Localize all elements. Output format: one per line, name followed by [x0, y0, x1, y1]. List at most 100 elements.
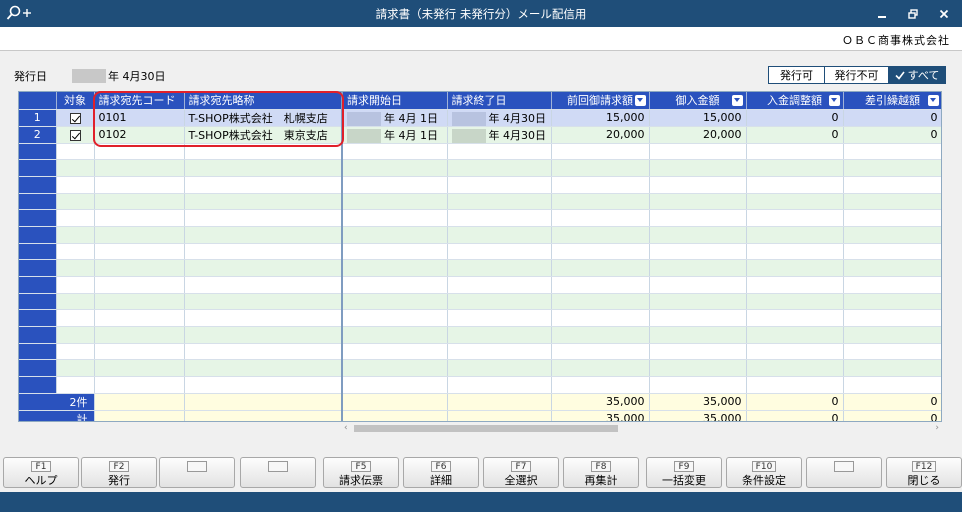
table-row[interactable]: 1 0101 T-SHOP株式会社 札幌支店 年 4月 1日 年 4月30日 1…: [19, 109, 941, 127]
issue-date-era-field[interactable]: [72, 69, 106, 83]
col-payment[interactable]: 御入金額: [649, 92, 747, 110]
restore-button[interactable]: [898, 0, 928, 27]
empty-cell: [56, 143, 95, 161]
empty-cell: [746, 276, 844, 294]
fkey-close-button[interactable]: F12 閉じる: [886, 457, 962, 488]
col-carryover[interactable]: 差引繰越額: [843, 92, 941, 110]
total-count-label: 2件: [19, 393, 95, 411]
filter-not-issuable[interactable]: 発行不可: [825, 67, 889, 83]
table-row-empty[interactable]: [19, 176, 941, 194]
col-start-date[interactable]: 請求開始日: [342, 92, 448, 110]
row-number: [19, 159, 57, 177]
fkey-details-button[interactable]: F6 詳細: [403, 457, 479, 488]
target-checkbox[interactable]: [56, 109, 95, 127]
empty-cell: [649, 193, 747, 211]
billing-code: 0102: [94, 126, 185, 144]
end-date-value: 年 4月30日: [488, 128, 547, 142]
empty-cell: [551, 276, 650, 294]
col-previous-billed[interactable]: 前回御請求額: [551, 92, 650, 110]
billing-name: T-SHOP株式会社 東京支店: [184, 126, 343, 144]
empty-cell: [843, 309, 941, 328]
carryover-amount: 0: [843, 126, 941, 144]
start-date: 年 4月 1日: [342, 126, 448, 144]
total-empty-cell: [94, 393, 185, 411]
table-row-empty[interactable]: [19, 343, 941, 361]
empty-cell: [342, 309, 448, 328]
fkey-select-all-button[interactable]: F7 全選択: [483, 457, 559, 488]
empty-cell: [184, 193, 343, 211]
issue-date-value[interactable]: 年 4月30日: [108, 68, 166, 84]
fkey-number: F5: [351, 461, 371, 472]
table-row-empty[interactable]: [19, 359, 941, 378]
dropdown-icon[interactable]: [634, 95, 646, 106]
empty-cell: [746, 309, 844, 328]
empty-cell: [94, 293, 185, 311]
empty-cell: [649, 359, 747, 378]
grand-total-label: 計: [19, 410, 95, 421]
table-row-empty[interactable]: [19, 376, 941, 394]
minimize-button[interactable]: [867, 0, 897, 27]
fkey-number: F12: [911, 461, 937, 472]
table-row-empty[interactable]: [19, 276, 941, 294]
empty-cell: [184, 343, 343, 361]
scrollbar-thumb[interactable]: [354, 425, 618, 432]
fkey-help-button[interactable]: F1 ヘルプ: [3, 457, 79, 488]
dropdown-icon[interactable]: [828, 95, 840, 106]
fkey-blank-4-button[interactable]: [240, 457, 316, 488]
table-row-empty[interactable]: [19, 243, 941, 261]
fkey-blank-11-button[interactable]: [806, 457, 882, 488]
filter-all[interactable]: すべて: [889, 67, 945, 83]
col-target[interactable]: 対象: [56, 92, 95, 110]
fkey-recalculate-button[interactable]: F8 再集計: [563, 457, 639, 488]
status-bar: [0, 492, 962, 512]
row-number: [19, 359, 57, 378]
empty-cell: [342, 226, 448, 244]
empty-cell: [746, 259, 844, 277]
fkey-bulk-change-button[interactable]: F9 一括変更: [646, 457, 722, 488]
era-shade: [451, 128, 486, 142]
dropdown-icon[interactable]: [731, 95, 743, 106]
table-row-empty[interactable]: [19, 293, 941, 311]
empty-cell: [184, 259, 343, 277]
table-row-empty[interactable]: [19, 193, 941, 211]
close-icon: [939, 9, 949, 18]
table-row-empty[interactable]: [19, 143, 941, 161]
dropdown-icon[interactable]: [927, 95, 939, 106]
empty-cell: [551, 343, 650, 361]
fkey-billing-slip-button[interactable]: F5 請求伝票: [323, 457, 399, 488]
table-row-empty[interactable]: [19, 309, 941, 328]
horizontal-scrollbar[interactable]: ‹ ›: [342, 423, 942, 434]
scroll-left-icon[interactable]: ‹: [344, 423, 348, 433]
fkey-issue-button[interactable]: F2 発行: [81, 457, 157, 488]
target-checkbox[interactable]: [56, 126, 95, 144]
table-row-empty[interactable]: [19, 209, 941, 227]
empty-cell: [447, 343, 552, 361]
fkey-label: 全選択: [504, 474, 538, 487]
col-end-date[interactable]: 請求終了日: [447, 92, 552, 110]
fkey-condition-settings-button[interactable]: F10 条件設定: [726, 457, 802, 488]
col-billing-code[interactable]: 請求宛先コード: [94, 92, 185, 110]
restore-icon: [908, 8, 918, 19]
grid-header-row: 対象 請求宛先コード 請求宛先略称 請求開始日 請求終了日 前回御請求額 御入金…: [19, 92, 941, 110]
close-button[interactable]: [929, 0, 959, 27]
fkey-blank-3-button[interactable]: [159, 457, 235, 488]
total-empty-cell: [342, 393, 448, 411]
row-number: [19, 276, 57, 294]
table-row-empty[interactable]: [19, 259, 941, 277]
empty-cell: [56, 276, 95, 294]
empty-cell: [56, 243, 95, 261]
filter-issuable[interactable]: 発行可: [769, 67, 825, 83]
empty-cell: [843, 326, 941, 344]
table-row-empty[interactable]: [19, 326, 941, 344]
table-row-empty[interactable]: [19, 226, 941, 244]
row-number: [19, 343, 57, 361]
empty-cell: [649, 243, 747, 261]
scroll-right-icon[interactable]: ›: [935, 423, 939, 433]
fkey-number: [187, 461, 207, 472]
table-row[interactable]: 2 0102 T-SHOP株式会社 東京支店 年 4月 1日 年 4月30日 2…: [19, 126, 941, 144]
table-row-empty[interactable]: [19, 159, 941, 177]
col-adjustment[interactable]: 入金調整額: [746, 92, 844, 110]
col-billing-name[interactable]: 請求宛先略称: [184, 92, 343, 110]
empty-cell: [843, 276, 941, 294]
total-carryover: 0: [843, 393, 941, 411]
